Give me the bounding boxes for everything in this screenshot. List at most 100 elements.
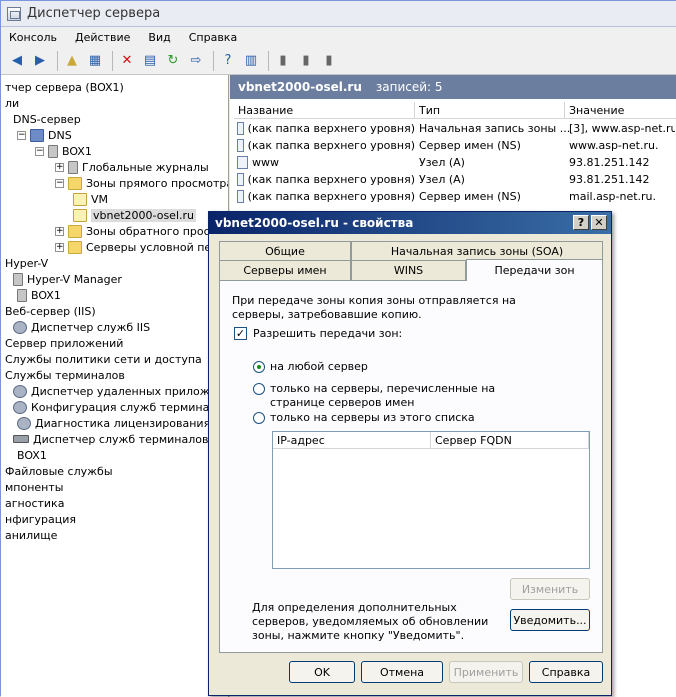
collapse-icon[interactable]: − <box>17 130 26 140</box>
tree-item-label: нфигурация <box>5 512 77 526</box>
tree-item[interactable]: Службы терминалов <box>5 367 125 383</box>
properties-icon[interactable]: ▤ <box>140 51 160 71</box>
expand-icon[interactable]: + <box>55 242 64 252</box>
record-value: www.asp-net.ru. <box>569 139 659 152</box>
tree-item[interactable]: Сервер приложений <box>5 335 123 351</box>
column-ip-address[interactable]: IP-адрес <box>273 432 431 448</box>
column-server-fqdn[interactable]: Сервер FQDN <box>431 432 589 448</box>
tree-item[interactable]: BOX1 <box>17 287 61 303</box>
apply-button[interactable]: Применить <box>449 661 523 683</box>
tree-item[interactable]: Диспетчер удаленных приложени <box>13 383 228 399</box>
delete-icon[interactable]: ✕ <box>117 51 137 71</box>
tree-item-label: VM <box>91 192 109 206</box>
record-row[interactable]: (как папка верхнего уровня) Сервер имен (… <box>237 137 675 154</box>
toolbar-separator <box>268 50 269 71</box>
record-row[interactable]: www Узел (A) 93.81.251.142 <box>237 154 675 171</box>
tree-item[interactable]: нфигурация <box>5 511 76 527</box>
record-value: 93.81.251.142 <box>569 173 650 186</box>
toolbar-separator <box>57 50 58 71</box>
toolbar-separator <box>213 50 214 71</box>
tree-item[interactable]: − DNS <box>17 127 72 143</box>
menu-console[interactable]: Консоль <box>9 31 57 44</box>
column-value[interactable]: Значение <box>565 102 676 118</box>
tree-item[interactable]: vbnet2000-osel.ru <box>73 207 196 223</box>
tab-soa[interactable]: Начальная запись зоны (SOA) <box>351 241 603 261</box>
tree-item[interactable]: Веб-сервер (IIS) <box>5 303 96 319</box>
tab-general[interactable]: Общие <box>219 241 351 261</box>
toolbar: ◀ ▶ ▲ ▦ ✕ ▤ ↻ ⇨ ? ▥ ▮ ▮ ▮ <box>1 47 676 75</box>
tab-zone-transfers[interactable]: Передачи зон <box>466 259 603 281</box>
expand-icon[interactable]: + <box>55 162 64 172</box>
tree-item-label: Конфигурация служб терминалов: <box>31 400 229 414</box>
radio-name-servers[interactable] <box>253 383 265 395</box>
tree-item[interactable]: Диспетчер служб терминалов <box>13 431 208 447</box>
collapse-icon[interactable]: − <box>35 146 44 156</box>
collapse-icon[interactable]: − <box>55 178 64 188</box>
dns-record-icon <box>237 173 244 186</box>
tree-item[interactable]: + Зоны обратного просмотра <box>55 223 228 239</box>
tree-item-label: DNS <box>48 128 72 142</box>
tree-item-label: Зоны прямого просмотра <box>86 176 229 190</box>
tree-item[interactable]: Диспетчер служб IIS <box>13 319 150 335</box>
refresh-icon[interactable]: ↻ <box>163 51 183 71</box>
folder-icon <box>68 176 82 190</box>
record-row[interactable]: (как папка верхнего уровня) Сервер имен (… <box>237 188 675 205</box>
tree-item[interactable]: Диагностика лицензирования <box>17 415 210 431</box>
tree-item-label: Диспетчер служб IIS <box>31 320 151 334</box>
back-arrow-icon[interactable]: ◀ <box>7 51 27 71</box>
server-list-icon[interactable]: ▮ <box>273 51 293 71</box>
close-icon[interactable]: ✕ <box>591 215 607 230</box>
tree-item[interactable]: − Зоны прямого просмотра <box>55 175 229 191</box>
allow-transfers-checkbox[interactable]: ✓ <box>234 327 247 340</box>
radio-any-server[interactable] <box>253 361 265 373</box>
menu-help[interactable]: Справка <box>189 31 237 44</box>
radio-listed-servers[interactable] <box>253 412 265 424</box>
help-button[interactable]: ? <box>573 215 589 230</box>
record-count: записей: 5 <box>375 80 443 94</box>
zone-transfers-panel: При передаче зоны копия зоны отправляетс… <box>219 280 603 653</box>
zone-properties-dialog: vbnet2000-osel.ru - свойства ? ✕ Общие Н… <box>208 211 612 696</box>
menu-action[interactable]: Действие <box>75 31 130 44</box>
show-hide-tree-icon[interactable]: ▦ <box>85 51 105 71</box>
tree-item[interactable]: тчер сервера (BOX1) <box>5 79 124 95</box>
server-status-icon[interactable]: ▮ <box>319 51 339 71</box>
servers-list[interactable]: IP-адрес Сервер FQDN <box>272 431 590 569</box>
forward-arrow-icon[interactable]: ▶ <box>30 51 50 71</box>
column-name[interactable]: Название <box>234 102 415 118</box>
record-row[interactable]: (как папка верхнего уровня) Узел (A) 93.81… <box>237 171 675 188</box>
records-column-headers: Название Тип Значение <box>234 102 676 119</box>
tree-item[interactable]: Hyper-V Manager <box>13 271 122 287</box>
show-action-pane-icon[interactable]: ▥ <box>241 51 261 71</box>
tree-item[interactable]: VM <box>73 191 108 207</box>
tree-item[interactable]: Конфигурация служб терминалов: <box>13 399 229 415</box>
notify-button[interactable]: Уведомить... <box>510 609 590 631</box>
tree-item[interactable]: Файловые службы <box>5 463 113 479</box>
record-row[interactable]: (как папка верхнего уровня) Начальная зап… <box>237 120 675 137</box>
cancel-button[interactable]: Отмена <box>361 661 443 683</box>
server-detail-icon[interactable]: ▮ <box>296 51 316 71</box>
expand-icon[interactable]: + <box>55 226 64 236</box>
tree-item[interactable]: агностика <box>5 495 64 511</box>
tree-item[interactable]: анилище <box>5 527 57 543</box>
tree-item[interactable]: DNS-сервер <box>13 111 81 127</box>
tree-item-label: мпоненты <box>5 480 64 494</box>
tab-name-servers[interactable]: Серверы имен <box>219 260 351 280</box>
edit-button[interactable]: Изменить <box>510 578 590 600</box>
help-dialog-button[interactable]: Справка <box>529 661 603 683</box>
tree-item[interactable]: +Серверы условной пересыл <box>55 239 228 255</box>
tree-item[interactable]: BOX1 <box>17 447 47 463</box>
tree-item[interactable]: Hyper-V <box>5 255 48 271</box>
tree-item[interactable]: + Глобальные журналы <box>55 159 209 175</box>
tree-item[interactable]: мпоненты <box>5 479 63 495</box>
ok-button[interactable]: OK <box>289 661 355 683</box>
tree-item[interactable]: − BOX1 <box>35 143 92 159</box>
up-folder-icon[interactable]: ▲ <box>62 51 82 71</box>
export-list-icon[interactable]: ⇨ <box>186 51 206 71</box>
server-manager-icon <box>7 6 21 21</box>
tree-item[interactable]: Службы политики сети и доступа <box>5 351 202 367</box>
help-icon[interactable]: ? <box>218 51 238 71</box>
menu-view[interactable]: Вид <box>148 31 170 44</box>
tab-wins[interactable]: WINS <box>351 260 466 280</box>
column-type[interactable]: Тип <box>415 102 565 118</box>
tree-item[interactable]: ли <box>5 95 19 111</box>
